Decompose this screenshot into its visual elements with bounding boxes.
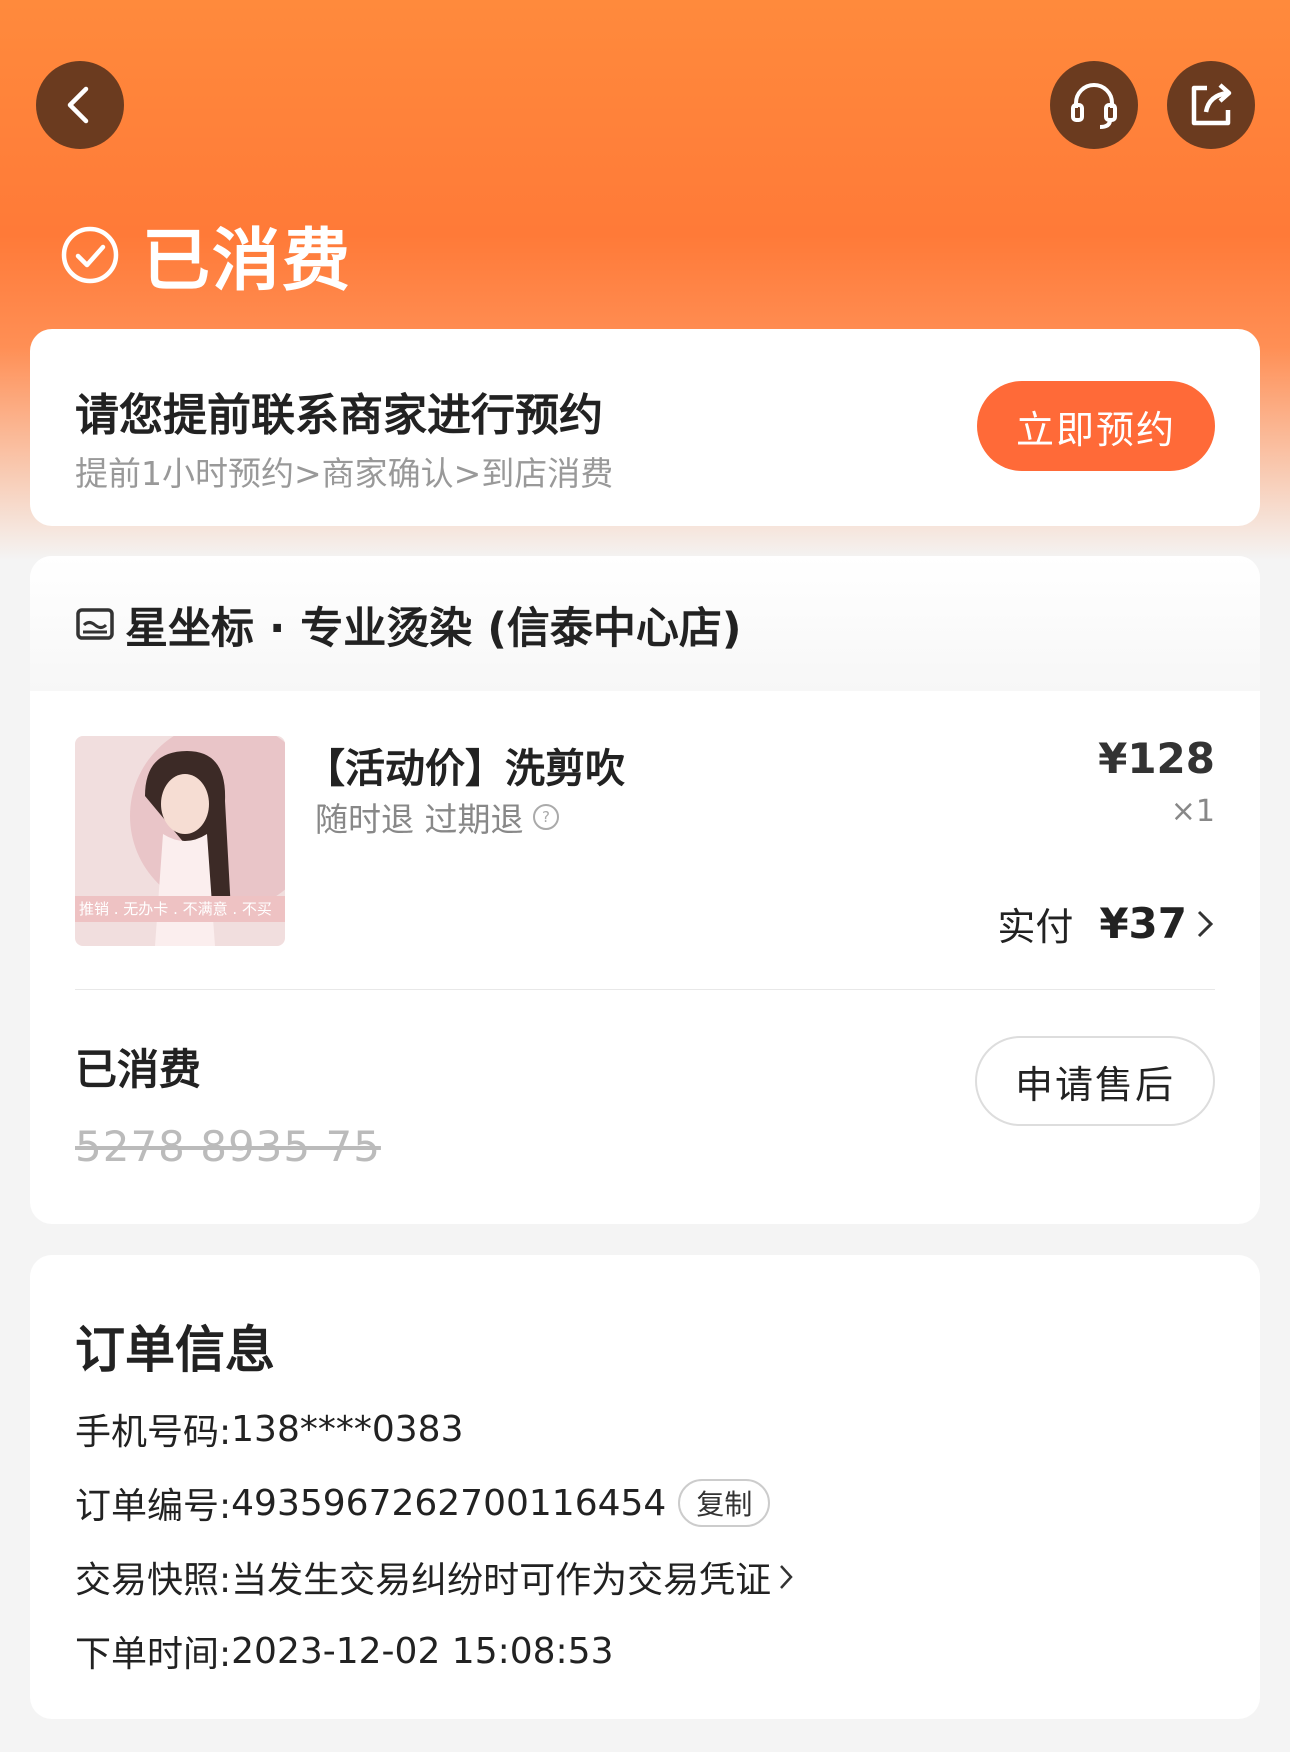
snapshot-row[interactable]: 交易快照: 当发生交易纠纷时可作为交易凭证: [75, 1551, 795, 1603]
chevron-right-icon: [1197, 910, 1214, 937]
order-time-label: 下单时间:: [75, 1634, 232, 1675]
order-info-card: 订单信息 手机号码: 138****0383 订单编号: 49359672627…: [30, 1255, 1260, 1719]
shop-header[interactable]: 星坐标 · 专业烫染 (信泰中心店): [30, 556, 1260, 691]
booking-title: 请您提前联系商家进行预约: [75, 390, 603, 441]
help-icon: ?: [532, 804, 559, 830]
paid-amount-row[interactable]: 实付 ¥37: [997, 896, 1215, 951]
voucher-code: 5278 8935 75: [75, 1122, 381, 1171]
paid-amount: ¥37: [1099, 899, 1187, 948]
product-title: 【活动价】洗剪吹: [305, 746, 625, 792]
phone-value: 138****0383: [231, 1408, 464, 1450]
customer-service-button[interactable]: [1050, 61, 1138, 149]
refund-policy[interactable]: 随时退 过期退 ?: [315, 793, 560, 841]
voucher-status: 已消费: [75, 1045, 202, 1094]
svg-text:?: ?: [542, 808, 550, 826]
chevron-left-icon: [67, 86, 89, 124]
order-number-value: 4935967262700116454: [231, 1482, 667, 1524]
phone-label: 手机号码:: [75, 1412, 232, 1453]
chevron-right-icon: [780, 1565, 793, 1589]
divider: [75, 989, 1215, 990]
product-quantity: ×1: [1170, 794, 1215, 829]
order-info-title: 订单信息: [75, 1321, 275, 1379]
refund-tags: 随时退 过期退: [315, 800, 524, 839]
product-price: ¥128: [1098, 734, 1215, 783]
back-button[interactable]: [36, 61, 124, 149]
paid-label: 实付: [997, 905, 1074, 949]
share-icon: [1191, 83, 1232, 126]
share-button[interactable]: [1167, 61, 1255, 149]
thumb-caption: 推销 . 无办卡 . 不满意 . 不买: [79, 900, 272, 918]
check-circle-icon: [61, 226, 119, 283]
product-thumbnail[interactable]: 推销 . 无办卡 . 不满意 . 不买: [75, 736, 285, 946]
phone-row: 手机号码: 138****0383: [75, 1403, 463, 1455]
book-now-button[interactable]: 立即预约: [977, 381, 1215, 471]
order-number-label: 订单编号:: [75, 1486, 232, 1527]
copy-button[interactable]: 复制: [678, 1479, 771, 1527]
booking-card: 请您提前联系商家进行预约 提前1小时预约>商家确认>到店消费 立即预约: [30, 329, 1260, 526]
order-number-row: 订单编号: 4935967262700116454 复制: [75, 1477, 771, 1529]
after-sale-button[interactable]: 申请售后: [975, 1036, 1215, 1126]
store-icon: [76, 608, 114, 640]
status-label: 已消费: [142, 222, 353, 301]
order-status: 已消费: [60, 205, 352, 304]
order-time-row: 下单时间: 2023-12-02 15:08:53: [75, 1625, 613, 1677]
order-time-value: 2023-12-02 15:08:53: [231, 1630, 614, 1672]
product-card: 星坐标 · 专业烫染 (信泰中心店) 推销 . 无办卡 . 不满意 . 不买 【…: [30, 556, 1260, 1224]
snapshot-value: 当发生交易纠纷时可作为交易凭证: [231, 1560, 772, 1601]
headset-icon: [1071, 83, 1117, 129]
snapshot-label: 交易快照:: [75, 1560, 232, 1601]
shop-name: 星坐标 · 专业烫染 (信泰中心店): [125, 604, 742, 654]
booking-subtitle: 提前1小时预约>商家确认>到店消费: [75, 454, 614, 493]
